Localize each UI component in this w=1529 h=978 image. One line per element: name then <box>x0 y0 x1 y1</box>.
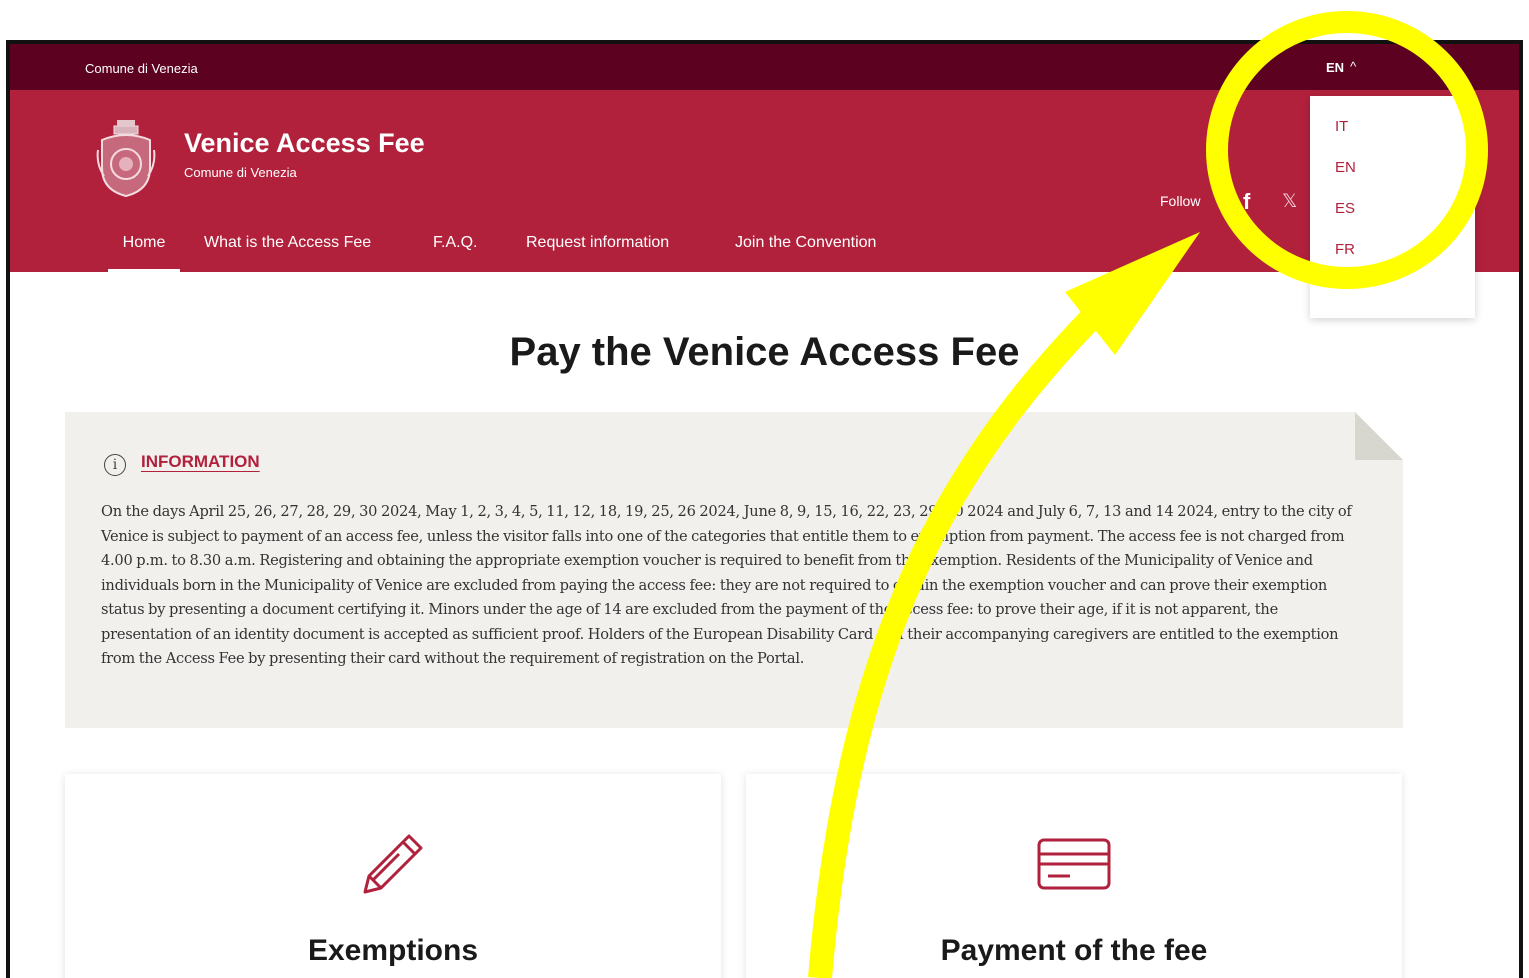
facebook-icon[interactable]: f <box>1243 189 1250 215</box>
exemptions-title: Exemptions <box>307 934 479 967</box>
info-icon: i <box>104 454 126 476</box>
lang-option-it[interactable]: IT <box>1335 118 1348 135</box>
current-language: EN <box>1326 60 1345 75</box>
exemptions-card[interactable]: Exemptions <box>65 774 721 978</box>
language-dropdown: IT EN ES FR <box>1310 96 1475 318</box>
nav-request-information[interactable]: Request information <box>526 233 669 272</box>
information-text: On the days April 25, 26, 27, 28, 29, 30… <box>101 503 1352 667</box>
nav-join-convention[interactable]: Join the Convention <box>735 233 876 272</box>
nav-what-is-access-fee[interactable]: What is the Access Fee <box>204 233 371 272</box>
lang-option-en[interactable]: EN <box>1335 159 1356 176</box>
corner-fold <box>1355 412 1403 460</box>
pencil-icon <box>363 834 423 894</box>
page-title: Pay the Venice Access Fee <box>509 330 1020 374</box>
top-bar: Comune di Venezia EN ^ <box>10 44 1519 90</box>
payment-title: Payment of the fee <box>940 934 1208 967</box>
information-heading: INFORMATION <box>141 452 260 471</box>
payment-card[interactable]: Payment of the fee <box>746 774 1402 978</box>
site-title[interactable]: Venice Access Fee <box>184 128 425 159</box>
language-toggle[interactable]: EN ^ <box>1326 59 1357 75</box>
chevron-up-icon: ^ <box>1350 59 1357 74</box>
browser-frame: Comune di Venezia EN ^ Venice Access Fee … <box>6 40 1523 978</box>
nav-home[interactable]: Home <box>108 233 180 272</box>
follow-label: Follow <box>1160 193 1201 209</box>
lang-option-fr[interactable]: FR <box>1335 241 1355 258</box>
org-link[interactable]: Comune di Venezia <box>85 61 198 76</box>
site-header: Venice Access Fee Comune di Venezia Foll… <box>10 90 1519 272</box>
main-nav: Home What is the Access Fee F.A.Q. Reque… <box>10 233 1519 272</box>
information-box: i INFORMATION On the days April 25, 26, … <box>65 412 1403 728</box>
venice-crest-logo[interactable] <box>96 112 156 198</box>
x-twitter-icon[interactable]: 𝕏 <box>1282 190 1297 212</box>
site-subtitle: Comune di Venezia <box>184 165 297 180</box>
nav-faq[interactable]: F.A.Q. <box>433 233 477 272</box>
lang-option-es[interactable]: ES <box>1335 200 1355 217</box>
credit-card-icon <box>1037 838 1111 890</box>
